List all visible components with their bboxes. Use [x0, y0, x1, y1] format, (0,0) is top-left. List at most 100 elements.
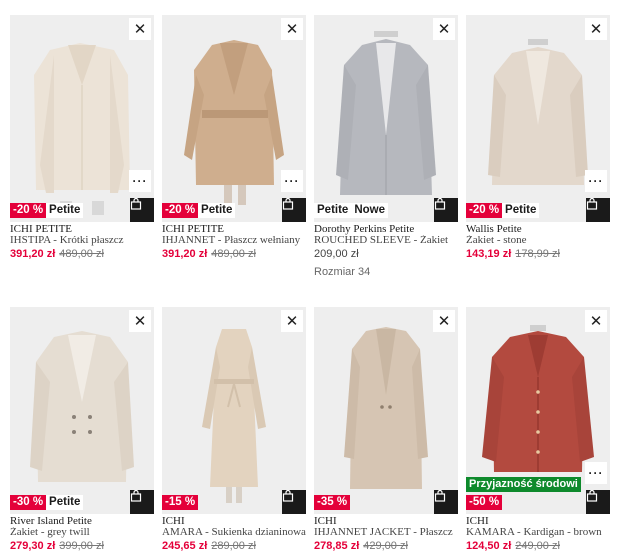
current-price: 391,20 zł: [162, 248, 208, 260]
remove-button[interactable]: ✕: [585, 310, 607, 332]
coat-photo: [314, 307, 458, 514]
product-image[interactable]: ✕ ··· -20 % Petite: [10, 15, 154, 222]
product-name: Żakiet - stone: [466, 235, 527, 246]
badges: Petite Nowe: [314, 203, 388, 218]
old-price: 399,00 zł: [59, 540, 104, 552]
discount-badge: -30 %: [10, 495, 47, 510]
close-icon: ✕: [285, 312, 299, 330]
product-info[interactable]: ICHI PETITE IHSTIPA - Krótki płaszcz 391…: [10, 224, 154, 262]
more-options-button[interactable]: ···: [585, 170, 607, 192]
petite-badge: Petite: [46, 495, 84, 510]
badges: -20 % Petite: [466, 203, 540, 218]
badges: -20 % Petite: [10, 203, 84, 218]
remove-button[interactable]: ✕: [281, 18, 303, 40]
add-to-bag-button[interactable]: [586, 198, 610, 222]
badges: -30 % Petite: [10, 495, 84, 510]
more-options-icon: ···: [132, 174, 148, 188]
more-options-button[interactable]: ···: [129, 170, 151, 192]
badges: -15 %: [162, 495, 199, 510]
current-price: 278,85 zł: [314, 540, 360, 552]
more-options-icon: ···: [284, 174, 300, 188]
product-info[interactable]: ICHI AMARA - Sukienka dzianinowa 245,65 …: [162, 516, 306, 554]
sustainability-badge: Przyjazność środowi: [466, 477, 581, 492]
close-icon: ✕: [589, 20, 603, 38]
blazer-photo: [314, 15, 458, 222]
product-price: 124,50 zł 249,00 zł: [466, 538, 610, 554]
discount-badge: -20 %: [162, 203, 199, 218]
more-options-icon: ···: [588, 466, 604, 480]
product-image[interactable]: ✕ -15 %: [162, 307, 306, 514]
product-info[interactable]: Wallis Petite Żakiet - stone 143,19 zł 17…: [466, 224, 610, 262]
current-price: 209,00 zł: [314, 248, 359, 260]
shopping-bag-icon: [282, 198, 294, 210]
old-price: 289,00 zł: [211, 540, 256, 552]
close-icon: ✕: [589, 312, 603, 330]
product-name: IHSTIPA - Krótki płaszcz: [10, 235, 124, 246]
shopping-bag-icon: [586, 198, 598, 210]
product-image[interactable]: ✕ ··· Przyjazność środowi -50 %: [466, 307, 610, 514]
remove-button[interactable]: ✕: [129, 310, 151, 332]
add-to-bag-button[interactable]: [282, 490, 306, 514]
product-brand: Dorothy Perkins Petite: [314, 224, 415, 235]
product-info[interactable]: ICHI PETITE IHJANNET - Płaszcz wełniany …: [162, 224, 306, 262]
shopping-bag-icon: [130, 198, 142, 210]
badges: -20 % Petite: [162, 203, 236, 218]
more-options-button[interactable]: ···: [585, 462, 607, 484]
petite-badge: Petite: [502, 203, 540, 218]
petite-badge: Petite: [198, 203, 236, 218]
product-image[interactable]: ✕ -30 % Petite: [10, 307, 154, 514]
remove-button[interactable]: ✕: [433, 310, 455, 332]
product-name: Żakiet - grey twill: [10, 527, 90, 538]
add-to-bag-button[interactable]: [130, 490, 154, 514]
product-info[interactable]: ICHI IHJANNET JACKET - Płaszcz 278,85 zł…: [314, 516, 458, 554]
product-price: 391,20 zł 489,00 zł: [162, 246, 306, 262]
close-icon: ✕: [285, 20, 299, 38]
new-badge: Nowe: [351, 203, 388, 218]
remove-button[interactable]: ✕: [585, 18, 607, 40]
more-options-button[interactable]: ···: [281, 170, 303, 192]
blazer-photo: [10, 307, 154, 514]
remove-button[interactable]: ✕: [129, 18, 151, 40]
shopping-bag-icon: [282, 490, 294, 502]
discount-badge: -15 %: [162, 495, 199, 510]
remove-button[interactable]: ✕: [281, 310, 303, 332]
product-info[interactable]: River Island Petite Żakiet - grey twill …: [10, 516, 154, 554]
old-price: 249,00 zł: [515, 540, 560, 552]
add-to-bag-button[interactable]: [282, 198, 306, 222]
current-price: 143,19 zł: [466, 248, 512, 260]
add-to-bag-button[interactable]: [434, 490, 458, 514]
petite-badge: Petite: [314, 203, 352, 218]
add-to-bag-button[interactable]: [586, 490, 610, 514]
product-brand: ICHI: [162, 516, 185, 527]
add-to-bag-button[interactable]: [434, 198, 458, 222]
product-image[interactable]: ✕ -35 %: [314, 307, 458, 514]
product-image[interactable]: ✕ ··· -20 % Petite: [162, 15, 306, 222]
petite-badge: Petite: [46, 203, 84, 218]
product-image[interactable]: ✕ Petite Nowe: [314, 15, 458, 222]
product-brand: ICHI: [314, 516, 337, 527]
add-to-bag-button[interactable]: [130, 198, 154, 222]
remove-button[interactable]: ✕: [433, 18, 455, 40]
product-name: AMARA - Sukienka dzianinowa: [162, 527, 306, 538]
old-price: 489,00 zł: [59, 248, 104, 260]
product-image[interactable]: ✕ ··· -20 % Petite: [466, 15, 610, 222]
product-brand: ICHI: [466, 516, 489, 527]
product-brand: ICHI PETITE: [10, 224, 73, 235]
product-name: ROUCHED SLEEVE - Żakiet: [314, 235, 449, 246]
shopping-bag-icon: [434, 490, 446, 502]
product-brand: Wallis Petite: [466, 224, 522, 235]
discount-badge: -20 %: [10, 203, 47, 218]
product-name: IHJANNET JACKET - Płaszcz: [314, 527, 453, 538]
dress-photo: [162, 307, 306, 514]
close-icon: ✕: [437, 20, 451, 38]
product-info[interactable]: Dorothy Perkins Petite ROUCHED SLEEVE - …: [314, 224, 458, 279]
product-info[interactable]: ICHI KAMARA - Kardigan - brown 124,50 zł…: [466, 516, 610, 554]
current-price: 124,50 zł: [466, 540, 512, 552]
shopping-bag-icon: [434, 198, 446, 210]
old-price: 178,99 zł: [515, 248, 560, 260]
current-price: 391,20 zł: [10, 248, 56, 260]
badges: Przyjazność środowi -50 %: [466, 477, 581, 510]
product-name: IHJANNET - Płaszcz wełniany: [162, 235, 301, 246]
more-options-icon: ···: [588, 174, 604, 188]
discount-badge: -35 %: [314, 495, 351, 510]
